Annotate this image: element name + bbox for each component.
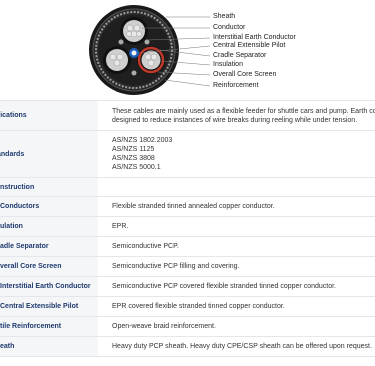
row-value: Semiconductive PCP. <box>98 236 375 257</box>
callout-overall-core-screen: Overall Core Screen <box>213 71 277 78</box>
row-label: plications <box>0 100 98 131</box>
callout-conductor: Conductor <box>213 24 246 31</box>
row-label: nstruction <box>0 177 98 197</box>
callout-sheath: Sheath <box>213 13 236 20</box>
row-value: Semiconductive PCP filling and covering. <box>98 256 375 277</box>
row-value: EPR. <box>98 216 375 237</box>
row-label: eath <box>0 336 98 357</box>
row-value <box>98 177 375 197</box>
callout-reinforcement: Reinforcement <box>213 82 259 89</box>
row-label: Interstitial Earth Conductor <box>0 276 98 297</box>
page: Sheath Conductor Interstitial Earth Cond… <box>0 0 375 366</box>
table-row: ulation EPR. <box>0 216 375 237</box>
callout-central-pilot: Central Extensible Pilot <box>213 42 286 49</box>
row-label: tile Reinforcement <box>0 316 98 337</box>
row-value: Flexible stranded tinned annealed copper… <box>98 196 375 217</box>
cable-cross-section-diagram: Sheath Conductor Interstitial Earth Cond… <box>0 0 375 100</box>
table-row: Interstitial Earth Conductor Semiconduct… <box>0 276 375 297</box>
row-label: ulation <box>0 216 98 237</box>
row-label: andards <box>0 130 98 178</box>
table-row: andards AS/NZS 1802.2003 AS/NZS 1125 AS/… <box>0 130 375 178</box>
row-label: Central Extensible Pilot <box>0 296 98 317</box>
table-row: Conductors Flexible stranded tinned anne… <box>0 196 375 217</box>
callout-insulation: Insulation <box>213 61 243 68</box>
table-row: adle Separator Semiconductive PCP. <box>0 236 375 257</box>
row-value: Heavy duty PCP sheath. Heavy duty CPE/CS… <box>98 336 375 357</box>
callout-cradle-separator: Cradle Separator <box>213 52 267 59</box>
cable-cross-section-image <box>89 5 211 95</box>
row-value: Semiconductive PCP covered flexible stra… <box>98 276 375 297</box>
specifications-table: plications These cables are mainly used … <box>0 100 375 357</box>
table-row: Central Extensible Pilot EPR covered fle… <box>0 296 375 317</box>
table-row: tile Reinforcement Open-weave braid rein… <box>0 316 375 337</box>
row-label: adle Separator <box>0 236 98 257</box>
table-row: eath Heavy duty PCP sheath. Heavy duty C… <box>0 336 375 357</box>
table-row: plications These cables are mainly used … <box>0 100 375 131</box>
row-value: AS/NZS 1802.2003 AS/NZS 1125 AS/NZS 3808… <box>98 130 375 178</box>
table-row: verall Core Screen Semiconductive PCP fi… <box>0 256 375 277</box>
row-value: Open-weave braid reinforcement. <box>98 316 375 337</box>
row-label: verall Core Screen <box>0 256 98 277</box>
row-value: These cables are mainly used as a flexib… <box>98 100 375 131</box>
row-label: Conductors <box>0 196 98 217</box>
row-value: EPR covered flexible stranded tinned cop… <box>98 296 375 317</box>
table-row: nstruction <box>0 177 375 197</box>
callout-interstitial-earth: Interstitial Earth Conductor <box>213 34 296 41</box>
